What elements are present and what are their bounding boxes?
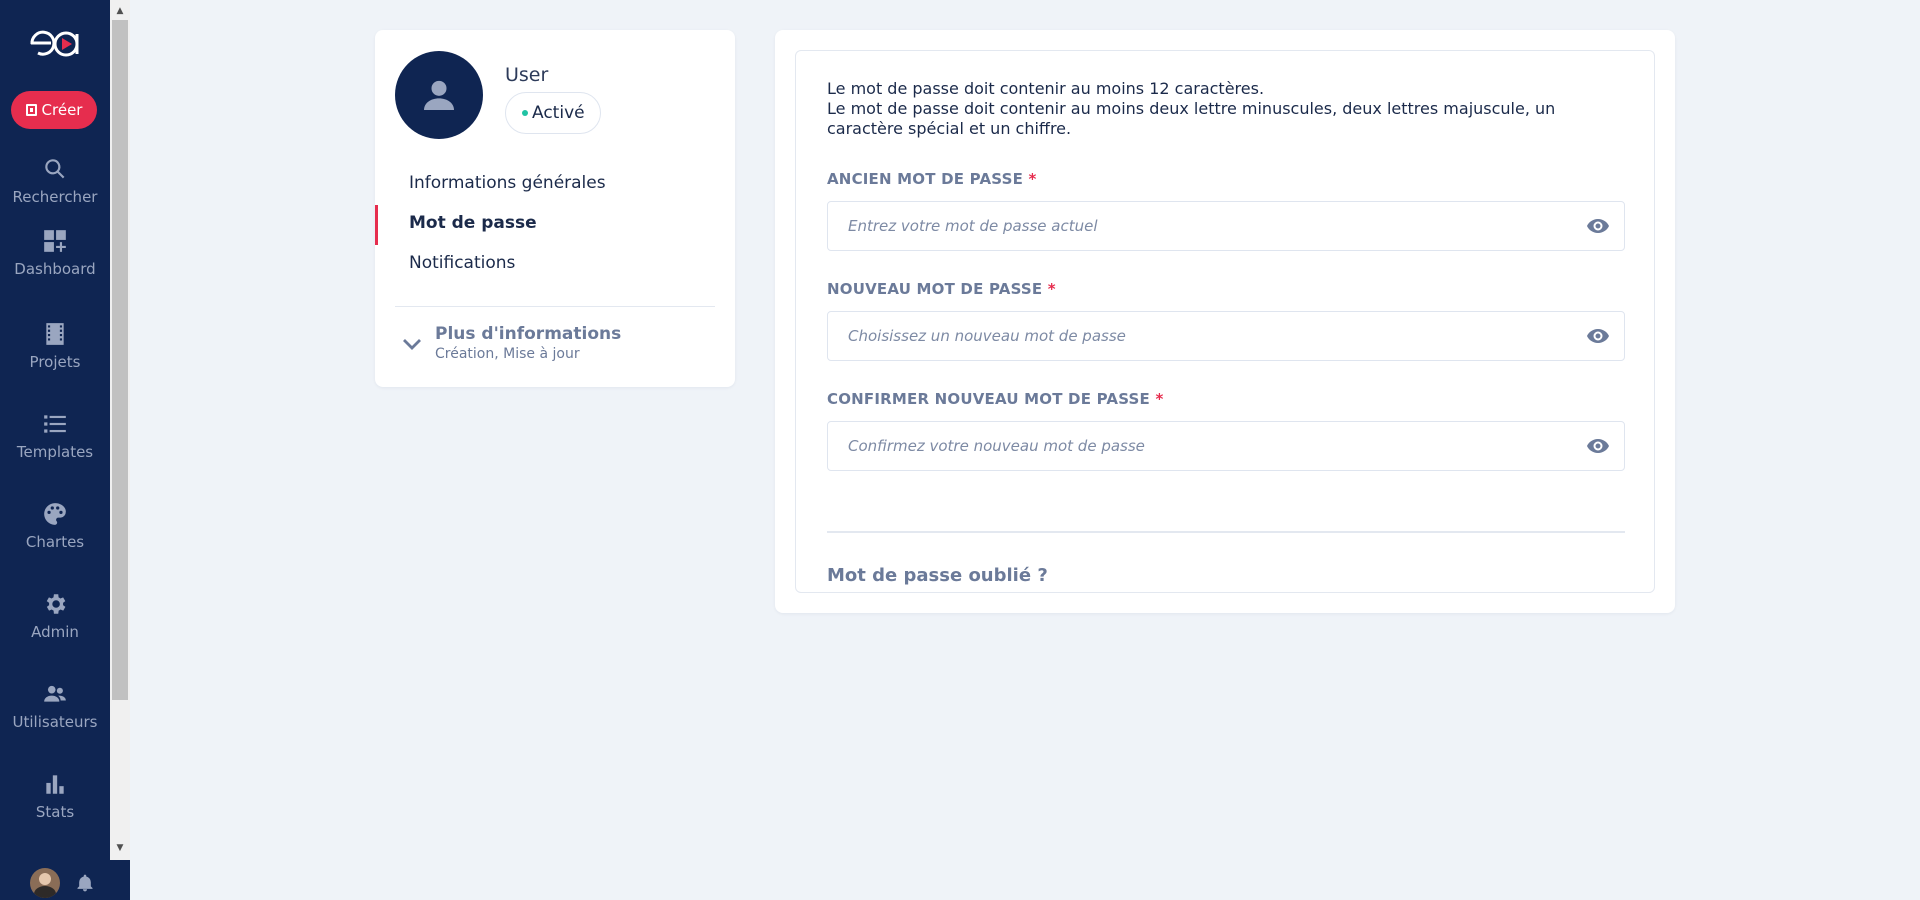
users-icon bbox=[42, 681, 68, 707]
sidebar-item-projects[interactable]: Projets bbox=[0, 321, 110, 371]
field-label-text: NOUVEAU MOT DE PASSE bbox=[827, 280, 1043, 298]
create-button[interactable]: Créer bbox=[11, 91, 97, 129]
menu-item-general-info[interactable]: Informations générales bbox=[409, 173, 606, 193]
film-icon bbox=[42, 321, 68, 347]
sidebar-item-admin[interactable]: Admin bbox=[0, 591, 110, 641]
sidebar-item-stats[interactable]: Stats bbox=[0, 771, 110, 821]
avatar bbox=[395, 51, 483, 139]
sidebar-item-label: Templates bbox=[16, 443, 94, 461]
eye-icon[interactable] bbox=[1586, 326, 1610, 346]
profile-card: User Activé Informations générales Mot d… bbox=[375, 30, 735, 387]
confirm-password-label: CONFIRMER NOUVEAU MOT DE PASSE * bbox=[827, 390, 1163, 408]
old-password-label: ANCIEN MOT DE PASSE * bbox=[827, 170, 1037, 188]
sidebar-item-label: Dashboard bbox=[14, 260, 96, 278]
menu-item-notifications[interactable]: Notifications bbox=[409, 253, 515, 273]
user-icon bbox=[424, 80, 454, 110]
old-password-field bbox=[827, 201, 1625, 251]
active-indicator bbox=[375, 205, 378, 245]
scroll-up-arrow-icon[interactable]: ▲ bbox=[110, 2, 130, 20]
field-label-text: ANCIEN MOT DE PASSE bbox=[827, 170, 1024, 188]
chevron-down-icon[interactable] bbox=[402, 336, 422, 350]
scroll-down-arrow-icon[interactable]: ▼ bbox=[110, 839, 130, 857]
new-password-field bbox=[827, 311, 1625, 361]
status-dot-icon bbox=[522, 110, 528, 116]
more-info-subtitle: Création, Mise à jour bbox=[435, 346, 580, 362]
new-password-label: NOUVEAU MOT DE PASSE * bbox=[827, 280, 1056, 298]
scrollbar-thumb[interactable] bbox=[112, 20, 128, 700]
confirm-password-input[interactable] bbox=[828, 422, 1568, 470]
palette-icon bbox=[42, 501, 68, 527]
dashboard-icon bbox=[42, 228, 68, 254]
eye-icon[interactable] bbox=[1586, 436, 1610, 456]
more-info-toggle[interactable]: Plus d'informations bbox=[435, 324, 621, 344]
eye-icon[interactable] bbox=[1586, 216, 1610, 236]
required-mark: * bbox=[1155, 390, 1164, 408]
divider bbox=[827, 531, 1625, 533]
divider bbox=[395, 306, 715, 307]
sidebar-item-dashboard[interactable]: Dashboard bbox=[0, 228, 110, 278]
status-label: Activé bbox=[532, 103, 585, 123]
sidebar: Créer Rechercher Dashboard Projets Templ… bbox=[0, 0, 110, 860]
list-icon bbox=[42, 411, 68, 437]
sidebar-item-label: Projets bbox=[29, 353, 81, 371]
required-mark: * bbox=[1028, 170, 1037, 188]
create-button-label: Créer bbox=[41, 101, 83, 119]
sidebar-item-label: Admin bbox=[31, 623, 79, 641]
bar-chart-icon bbox=[42, 771, 68, 797]
sidebar-item-label: Utilisateurs bbox=[12, 713, 98, 731]
sidebar-item-users[interactable]: Utilisateurs bbox=[0, 681, 110, 731]
app-logo[interactable] bbox=[26, 22, 82, 62]
sidebar-item-search[interactable]: Rechercher bbox=[0, 156, 110, 206]
old-password-input[interactable] bbox=[828, 202, 1568, 250]
bell-icon[interactable] bbox=[75, 872, 95, 894]
user-avatar[interactable] bbox=[30, 868, 60, 898]
profile-name: User bbox=[505, 64, 549, 86]
password-rules: Le mot de passe doit contenir au moins 1… bbox=[827, 79, 1627, 139]
search-icon bbox=[42, 156, 68, 182]
password-card: Le mot de passe doit contenir au moins 1… bbox=[775, 30, 1675, 613]
sidebar-item-templates[interactable]: Templates bbox=[0, 411, 110, 461]
sidebar-item-label: Chartes bbox=[25, 533, 85, 551]
field-label-text: CONFIRMER NOUVEAU MOT DE PASSE bbox=[827, 390, 1150, 408]
required-mark: * bbox=[1047, 280, 1056, 298]
sidebar-item-chartes[interactable]: Chartes bbox=[0, 501, 110, 551]
film-icon bbox=[25, 104, 37, 116]
gear-icon bbox=[42, 591, 68, 617]
status-badge: Activé bbox=[505, 92, 601, 134]
sidebar-item-label: Rechercher bbox=[12, 188, 98, 206]
password-rule-length: Le mot de passe doit contenir au moins 1… bbox=[827, 79, 1265, 98]
new-password-input[interactable] bbox=[828, 312, 1568, 360]
sidebar-item-label: Stats bbox=[35, 803, 75, 821]
confirm-password-field bbox=[827, 421, 1625, 471]
password-rule-complexity: Le mot de passe doit contenir au moins d… bbox=[827, 99, 1556, 138]
sidebar-footer bbox=[0, 860, 130, 900]
forgot-password-link[interactable]: Mot de passe oublié ? bbox=[827, 565, 1048, 586]
password-form: Le mot de passe doit contenir au moins 1… bbox=[795, 50, 1655, 593]
menu-item-password[interactable]: Mot de passe bbox=[409, 213, 537, 233]
